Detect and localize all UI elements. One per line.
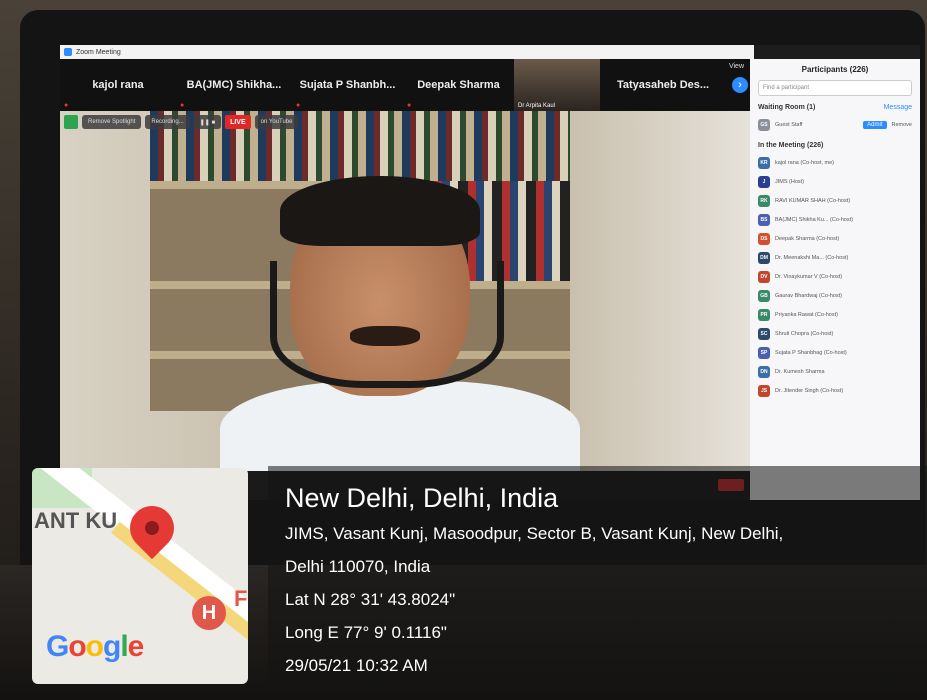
pause-stop-recording-button[interactable]: ❚❚ ■ (193, 115, 222, 129)
security-shield-icon[interactable] (64, 115, 78, 129)
participant-name: kajol rana (Co-host, me) (775, 159, 834, 166)
muted-mic-icon: ● (64, 102, 69, 109)
participant-name: Gaurav Bhardwaj (Co-host) (775, 292, 842, 299)
avatar: DS (758, 232, 770, 245)
location-address-line1: JIMS, Vasant Kunj, Masoodpur, Sector B, … (285, 524, 784, 543)
muted-mic-icon: ● (180, 102, 185, 109)
avatar: RK (758, 194, 770, 207)
participant-list: KR kajol rana (Co-host, me) J JIMS (Host) RK… (750, 153, 920, 400)
participant-name: Dr. Vinaykumar V (Co-host) (775, 273, 843, 280)
participant-row[interactable]: J JIMS (Host) (758, 172, 912, 191)
avatar: SP (758, 346, 770, 359)
message-link[interactable]: Message (884, 104, 912, 111)
window-title: Zoom Meeting (76, 48, 121, 56)
participant-row[interactable]: JS Dr. Jitender Singh (Co-host) (758, 381, 912, 400)
hospital-icon: H (192, 596, 226, 630)
google-logo: Google (46, 630, 144, 663)
participant-row[interactable]: SC Shruti Chopra (Co-host) (758, 324, 912, 343)
map-partial-label: F (234, 586, 248, 611)
participant-row[interactable]: DM Dr. Meenakshi Ma... (Co-host) (758, 248, 912, 267)
participant-row[interactable]: DS Deepak Sharma (Co-host) (758, 229, 912, 248)
participant-name: kajol rana (92, 79, 144, 91)
participant-name: Dr. Jitender Singh (Co-host) (775, 387, 844, 394)
remove-button[interactable]: Remove (892, 122, 912, 128)
remove-spotlight-button[interactable]: Remove Spotlight (82, 115, 142, 129)
spotlight-video: Remove Spotlight Recording... ❚❚ ■ LIVE … (60, 111, 750, 471)
admit-button[interactable]: Admit (863, 120, 887, 129)
headphones (270, 261, 504, 388)
participant-name: Shruti Chopra (Co-host) (775, 330, 834, 337)
avatar: JS (758, 384, 770, 397)
location-longitude: Long E 77° 9' 0.1116" (285, 623, 447, 642)
participant-row[interactable]: RK RAVI KUMAR SHAH (Co-host) (758, 191, 912, 210)
waiting-room-header: Waiting Room (1) Message (758, 104, 912, 111)
avatar: DM (758, 251, 770, 264)
participant-name: BA(JMC) Shikha Ku... (Co-host) (775, 216, 853, 223)
avatar: GS (758, 118, 770, 131)
participants-title: Participants (226) (801, 65, 869, 74)
participant-name: Dr Arpita Kaul (518, 103, 556, 109)
map-thumbnail: ANT KU F H Google (32, 468, 248, 684)
location-city: New Delhi, Delhi, India (285, 483, 559, 513)
participant-name: Deepak Sharma (417, 79, 500, 91)
participant-name: BA(JMC) Shikha... (186, 79, 282, 91)
zoom-logo-icon (64, 48, 72, 56)
avatar: J (758, 175, 770, 188)
participant-row[interactable]: BS BA(JMC) Shikha Ku... (Co-host) (758, 210, 912, 229)
participant-name: Deepak Sharma (Co-host) (775, 235, 840, 242)
next-page-button[interactable]: › (732, 77, 748, 93)
avatar: DV (758, 270, 770, 283)
participant-row[interactable]: KR kajol rana (Co-host, me) (758, 153, 912, 172)
tile-participant-camera[interactable]: Dr Arpita Kaul (514, 59, 600, 111)
participant-name: Dr. Kumesh Sharma (775, 368, 825, 375)
waiting-participant-row: GS Guest Staff Admit Remove (758, 115, 912, 134)
location-address-line2: Delhi 110070, India (285, 557, 431, 576)
participant-name: Priyanka Rawat (Co-host) (775, 311, 838, 318)
tile-participant[interactable]: kajol rana ● (60, 65, 176, 109)
location-datetime: 29/05/21 10:32 AM (285, 656, 428, 675)
participant-search-input[interactable]: Find a participant (758, 80, 912, 96)
muted-mic-icon: ● (296, 102, 301, 109)
participant-name: Sujata P Shanbhag (Co-host) (775, 349, 847, 356)
in-meeting-header[interactable]: In the Meeting (226) (758, 142, 912, 149)
participant-name: RAVI KUMAR SHAH (Co-host) (775, 197, 851, 204)
location-latitude: Lat N 28° 31' 43.8024" (285, 590, 456, 609)
participants-panel: Participants (226) Find a participant Wa… (750, 59, 920, 500)
recording-indicator[interactable]: Recording... (145, 115, 190, 129)
map-area-label: ANT KU (34, 508, 118, 533)
gallery-strip: kajol rana ● BA(JMC) Shikha... ● Sujata … (60, 59, 750, 111)
tile-participant[interactable]: BA(JMC) Shikha... ● (176, 65, 292, 109)
live-badge[interactable]: LIVE (225, 115, 251, 129)
meeting-status-bar: Remove Spotlight Recording... ❚❚ ■ LIVE … (64, 115, 299, 129)
zoom-window: Zoom Meeting kajol rana ● BA(JMC) Shikha… (60, 45, 920, 500)
tile-participant[interactable]: Sujata P Shanbh... ● (292, 65, 403, 109)
participant-row[interactable]: PR Priyanka Rawat (Co-host) (758, 305, 912, 324)
tile-participant[interactable]: Tatyasaheb Des... (600, 65, 726, 105)
participant-row[interactable]: DV Dr. Vinaykumar V (Co-host) (758, 267, 912, 286)
participant-name: Dr. Meenakshi Ma... (Co-host) (775, 254, 849, 261)
participant-row[interactable]: GB Gaurav Bhardwaj (Co-host) (758, 286, 912, 305)
youtube-stream-label[interactable]: on YouTube (254, 115, 299, 129)
avatar: SC (758, 327, 770, 340)
muted-mic-icon: ● (407, 102, 412, 109)
participant-name: JIMS (Host) (775, 178, 805, 185)
participant-row[interactable]: SP Sujata P Shanbhag (Co-host) (758, 343, 912, 362)
avatar: GB (758, 289, 770, 302)
avatar: DN (758, 365, 770, 378)
participant-row[interactable]: DN Dr. Kumesh Sharma (758, 362, 912, 381)
participant-name: Sujata P Shanbh... (299, 79, 396, 91)
view-button[interactable]: View (729, 63, 744, 70)
avatar: BS (758, 213, 770, 226)
avatar: KR (758, 156, 770, 169)
tile-participant[interactable]: Deepak Sharma ● (403, 65, 514, 109)
avatar: PR (758, 308, 770, 321)
participant-name: Tatyasaheb Des... (616, 79, 710, 91)
title-bar: Zoom Meeting (60, 45, 754, 59)
